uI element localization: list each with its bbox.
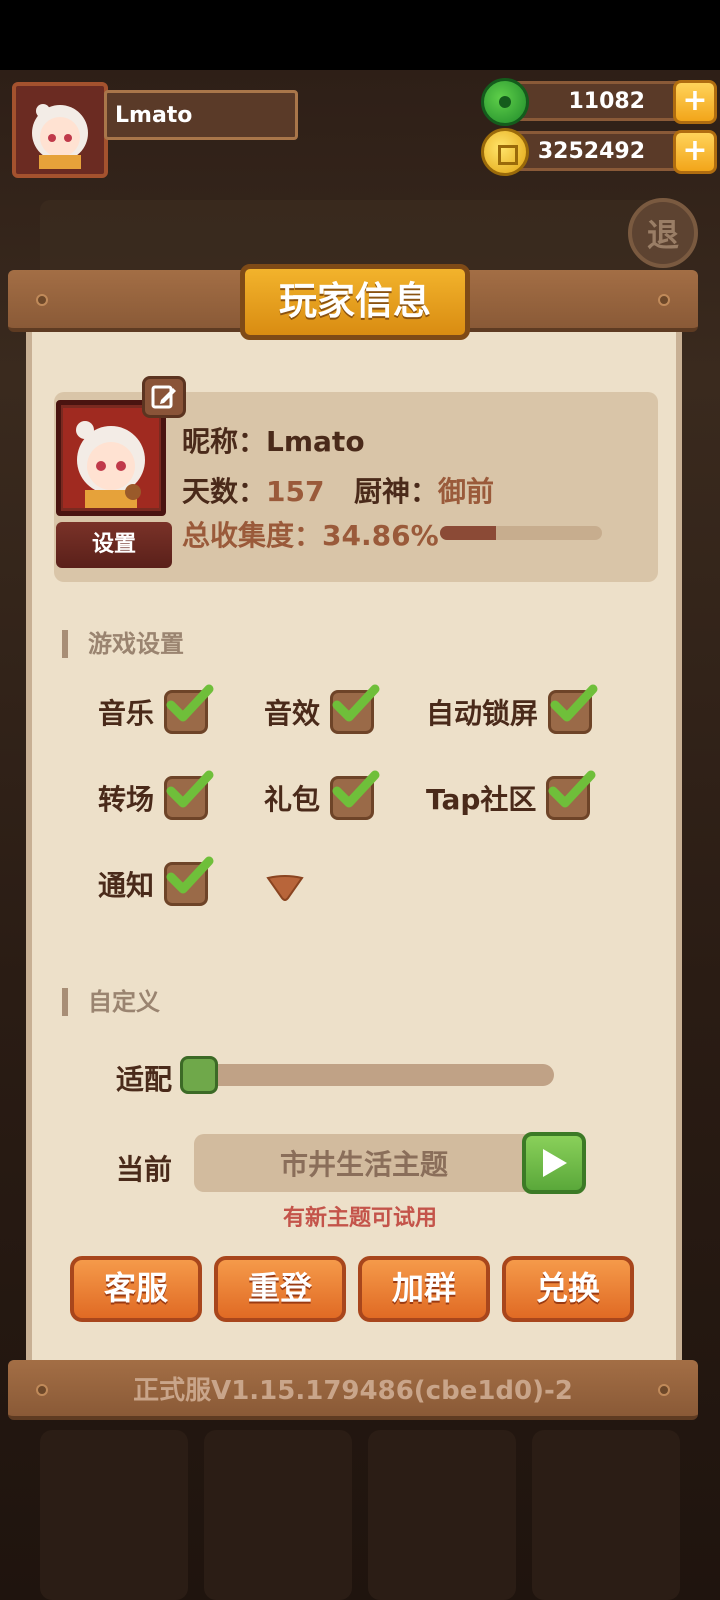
checkmark-icon — [166, 684, 214, 722]
gift-pack-checkbox[interactable] — [330, 770, 380, 820]
option-sfx-label: 音效 — [264, 697, 321, 730]
background-counters — [40, 1430, 680, 1600]
redeem-button[interactable]: 兑换 — [502, 1256, 634, 1322]
option-music[interactable]: 音乐 — [98, 684, 214, 734]
checkmark-icon — [548, 770, 596, 808]
panel-title: 玩家信息 — [240, 264, 470, 340]
current-theme-box: 市井生活主题 — [194, 1134, 534, 1192]
auto-lock-checkbox[interactable] — [548, 684, 598, 734]
custom-title: 自定义 — [62, 988, 160, 1016]
edit-nickname-button[interactable] — [142, 376, 186, 418]
nickname-label: 昵称： — [182, 425, 267, 458]
option-tap-community-label: Tap社区 — [426, 783, 537, 816]
hud-avatar[interactable] — [12, 82, 108, 178]
current-theme-label: 当前 — [116, 1153, 173, 1186]
jade-icon — [481, 78, 529, 126]
join-group-button[interactable]: 加群 — [358, 1256, 490, 1322]
chef-label: 厨神： — [354, 475, 439, 508]
nickname-line: 昵称：Lmato — [182, 420, 365, 460]
current-theme-value: 市井生活主题 — [279, 1148, 448, 1181]
option-transition[interactable]: 转场 — [98, 770, 214, 820]
nail-icon — [658, 1384, 670, 1396]
jade-amount: 11082 — [568, 88, 645, 114]
music-checkbox[interactable] — [164, 684, 214, 734]
game-settings-title: 游戏设置 — [62, 630, 184, 658]
notification-checkbox[interactable] — [164, 856, 214, 906]
customer-service-button[interactable]: 客服 — [70, 1256, 202, 1322]
panel-bottom-plank: 正式服V1.15.179486(cbe1d0)-2 — [8, 1360, 698, 1420]
option-sfx[interactable]: 音效 — [264, 684, 380, 734]
days-label: 天数： — [182, 475, 267, 508]
chef-girl-avatar-icon — [32, 104, 88, 169]
days-line: 天数：157 — [182, 470, 324, 510]
relogin-button[interactable]: 重登 — [214, 1256, 346, 1322]
collection-value: 34.86% — [322, 519, 439, 552]
hud-player-name: Lmato — [104, 90, 298, 140]
coin-icon — [481, 128, 529, 176]
option-auto-lock-label: 自动锁屏 — [426, 697, 539, 730]
days-value: 157 — [266, 475, 325, 508]
add-coin-button[interactable]: + — [673, 130, 717, 174]
checkmark-icon — [550, 684, 598, 722]
status-bar — [0, 0, 720, 70]
expand-arrow-icon[interactable] — [266, 874, 304, 902]
checkmark-icon — [332, 770, 380, 808]
add-jade-button[interactable]: + — [673, 80, 717, 124]
chef-value: 御前 — [438, 475, 495, 508]
nail-icon — [658, 294, 670, 306]
collection-line: 总收集度：34.86% — [182, 514, 439, 554]
fit-slider-track[interactable] — [196, 1064, 554, 1086]
jade-currency: 11082 + — [481, 78, 717, 126]
nail-icon — [36, 1384, 48, 1396]
version-text: 正式服V1.15.179486(cbe1d0)-2 — [133, 1375, 573, 1406]
play-icon — [543, 1149, 567, 1177]
try-theme-button[interactable] — [522, 1132, 586, 1194]
fit-label: 适配 — [116, 1063, 173, 1096]
tap-community-checkbox[interactable] — [546, 770, 596, 820]
nickname-value: Lmato — [266, 425, 365, 458]
exit-button[interactable]: 退 — [628, 198, 698, 268]
collection-progress-bar — [440, 526, 602, 540]
option-music-label: 音乐 — [98, 697, 155, 730]
option-transition-label: 转场 — [98, 783, 155, 816]
coin-currency: 3252492 + — [481, 128, 717, 176]
checkmark-icon — [166, 856, 214, 894]
checkmark-icon — [166, 770, 214, 808]
avatar-settings-button[interactable]: 设置 — [56, 522, 172, 568]
coin-amount: 3252492 — [537, 138, 645, 164]
sfx-checkbox[interactable] — [330, 684, 380, 734]
edit-icon — [151, 385, 176, 409]
transition-checkbox[interactable] — [164, 770, 214, 820]
option-gift-pack[interactable]: 礼包 — [264, 770, 380, 820]
option-tap-community[interactable]: Tap社区 — [426, 770, 596, 820]
option-notification[interactable]: 通知 — [98, 856, 214, 906]
chef-line: 厨神：御前 — [354, 470, 494, 510]
collection-progress-fill — [440, 526, 497, 540]
chef-girl-avatar-icon — [63, 408, 159, 508]
collection-label: 总收集度： — [182, 519, 323, 552]
option-notification-label: 通知 — [98, 869, 155, 902]
option-gift-pack-label: 礼包 — [264, 783, 321, 816]
nail-icon — [36, 294, 48, 306]
checkmark-icon — [332, 684, 380, 722]
fit-slider-knob[interactable] — [180, 1056, 218, 1094]
new-theme-tip: 有新主题可试用 — [282, 1206, 437, 1231]
option-auto-lock[interactable]: 自动锁屏 — [426, 684, 598, 734]
